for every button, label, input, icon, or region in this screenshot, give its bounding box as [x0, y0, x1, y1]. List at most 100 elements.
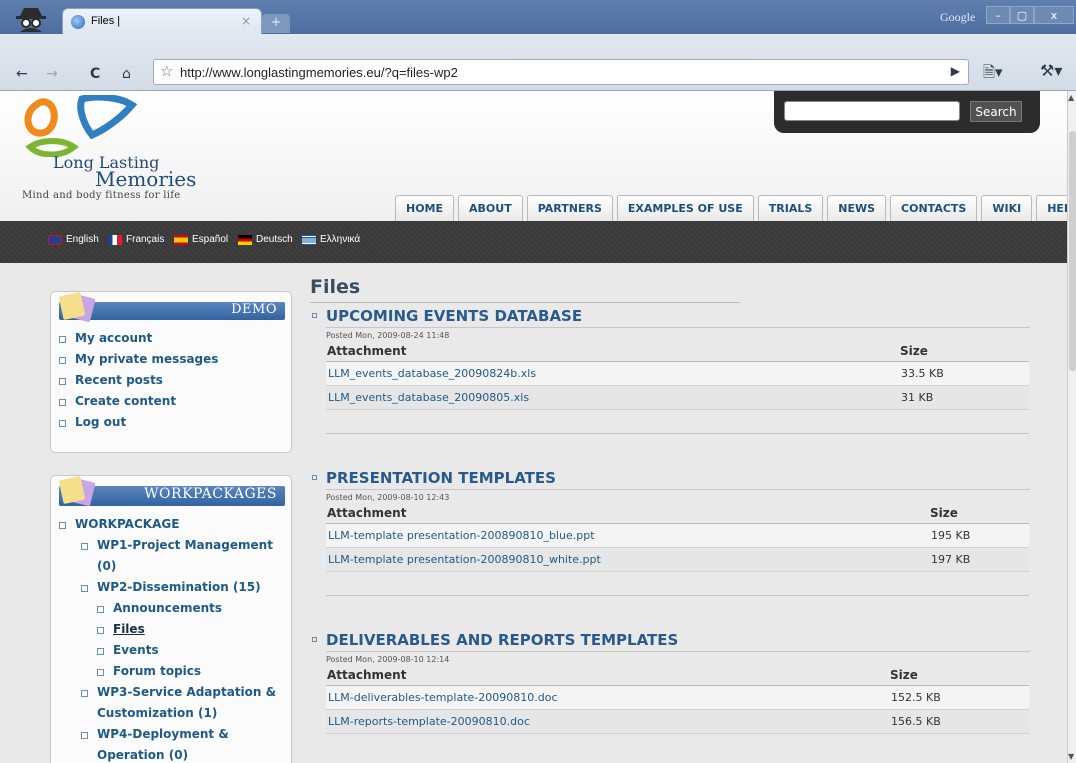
attachment-header: Attachment	[326, 504, 929, 524]
menu-trials[interactable]: TRIALS	[757, 195, 824, 221]
browser-tab[interactable]: Files | ×	[62, 8, 262, 35]
table-row: LLM-reports-template-20090810.doc 156.5 …	[326, 709, 1029, 734]
menu-link-private-messages[interactable]: My private messages	[55, 349, 218, 370]
attachment-link[interactable]: LLM-deliverables-template-20090810.doc	[326, 685, 889, 710]
menu-link-wp2[interactable]: WP2-Dissemination (15)	[77, 577, 285, 598]
menu-link-recent-posts[interactable]: Recent posts	[55, 370, 218, 391]
primary-menu: HOME ABOUT PARTNERS EXAMPLES OF USE TRIA…	[395, 195, 1067, 221]
node-end-divider	[326, 433, 1029, 434]
attachment-link[interactable]: LLM-reports-template-20090810.doc	[326, 709, 889, 734]
home-icon[interactable]: ⌂	[122, 66, 131, 82]
bookmark-star-icon[interactable]: ☆	[160, 62, 173, 80]
lang-spanish[interactable]: Español	[174, 234, 228, 245]
page-content: DEMO My account My private messages Rece…	[0, 263, 1067, 763]
close-window-button[interactable]: x	[1034, 6, 1074, 24]
file-size: 197 KB	[929, 547, 1029, 572]
node-title[interactable]: PRESENTATION TEMPLATES	[326, 469, 556, 487]
node-title[interactable]: UPCOMING EVENTS DATABASE	[326, 307, 582, 325]
scrollbar-thumb[interactable]	[1069, 131, 1076, 371]
lang-greek-label: Ελληνικά	[320, 234, 361, 245]
posted-date: Posted Mon, 2009-08-10 12:43	[326, 493, 450, 502]
menu-wiki[interactable]: WIKI	[981, 195, 1033, 221]
menu-link-wp4[interactable]: WP4-Deployment &	[77, 724, 285, 745]
menu-examples-of-use[interactable]: EXAMPLES OF USE	[616, 195, 754, 221]
back-arrow-icon[interactable]: ←	[16, 66, 28, 82]
menu-link-my-account[interactable]: My account	[55, 328, 218, 349]
search-input[interactable]	[784, 101, 960, 121]
attachment-link[interactable]: LLM_events_database_20090824b.xls	[326, 361, 899, 386]
menu-link-files[interactable]: Files	[93, 619, 285, 640]
forward-arrow-icon[interactable]: →	[46, 66, 58, 82]
menu-contacts[interactable]: CONTACTS	[890, 195, 978, 221]
browser-brand: Google	[940, 10, 976, 24]
menu-help[interactable]: HELP	[1036, 195, 1067, 221]
page-scrollbar[interactable]: ▲ ▼	[1067, 91, 1076, 763]
reload-icon[interactable]: C	[90, 66, 100, 82]
table-row: LLM-template presentation-200890810_whit…	[326, 547, 1029, 572]
spain-flag-icon	[174, 234, 188, 245]
menu-about[interactable]: ABOUT	[458, 195, 523, 221]
scroll-up-icon[interactable]: ▲	[1068, 93, 1074, 102]
attachments-table: Attachment Size LLM-deliverables-templat…	[326, 666, 1029, 734]
menu-link-workpackage[interactable]: WORKPACKAGE	[55, 514, 285, 535]
menu-link-log-out[interactable]: Log out	[55, 412, 218, 433]
menu-link-wp1[interactable]: WP1-Project Management	[77, 535, 285, 556]
menu-link-wp3[interactable]: WP3-Service Adaptation &	[77, 682, 285, 703]
menu-partners[interactable]: PARTNERS	[526, 195, 613, 221]
menu-link-announcements[interactable]: Announcements	[93, 598, 285, 619]
file-node: UPCOMING EVENTS DATABASE Posted Mon, 200…	[310, 307, 1030, 437]
browser-titlebar: Files | × + Google – ▢ x	[0, 0, 1076, 35]
attachments-table: Attachment Size LLM-template presentatio…	[326, 504, 1029, 572]
go-arrow-icon[interactable]: ▶	[951, 64, 960, 78]
lang-french[interactable]: Français	[108, 234, 164, 245]
workpackages-menu: WORKPACKAGE WP1-Project Management (0) W…	[55, 514, 285, 763]
menu-link-wp3-count[interactable]: Customization (1)	[77, 703, 285, 724]
workpackages-block-title: WORKPACKAGES	[144, 486, 277, 502]
search-button[interactable]: Search	[970, 101, 1022, 122]
lang-german-label: Deutsch	[256, 234, 293, 245]
lang-english[interactable]: English	[48, 234, 99, 245]
attachment-header: Attachment	[326, 342, 899, 362]
site-tagline: Mind and body fitness for life	[22, 190, 181, 201]
attachment-link[interactable]: LLM-template presentation-200890810_blue…	[326, 523, 929, 548]
tab-close-icon[interactable]: ×	[241, 14, 251, 28]
demo-block-title: DEMO	[231, 302, 277, 317]
node-title[interactable]: DELIVERABLES AND REPORTS TEMPLATES	[326, 631, 678, 649]
attachment-link[interactable]: LLM_events_database_20090805.xls	[326, 385, 899, 410]
globe-icon	[71, 15, 85, 29]
menu-link-wp4-count[interactable]: Operation (0)	[77, 745, 285, 763]
lang-french-label: Français	[126, 234, 165, 245]
page-title: Files	[310, 276, 361, 298]
menu-link-events[interactable]: Events	[93, 640, 285, 661]
lang-german[interactable]: Deutsch	[238, 234, 293, 245]
menu-home[interactable]: HOME	[395, 195, 455, 221]
site-header: Long Lasting Memories Mind and body fitn…	[0, 91, 1067, 221]
table-row: LLM-deliverables-template-20090810.doc 1…	[326, 685, 1029, 710]
maximize-button[interactable]: ▢	[1010, 6, 1034, 24]
greece-flag-icon	[302, 234, 316, 245]
tab-title: Files |	[91, 15, 121, 27]
attachment-link[interactable]: LLM-template presentation-200890810_whit…	[326, 547, 929, 572]
file-size: 33.5 KB	[899, 361, 1029, 386]
url-text[interactable]: http://www.longlastingmemories.eu/?q=fil…	[180, 65, 458, 80]
site-logo[interactable]: Long Lasting Memories Mind and body fitn…	[22, 93, 252, 207]
wrench-icon[interactable]: ⚒▾	[1040, 61, 1062, 80]
minimize-button[interactable]: –	[986, 6, 1010, 24]
node-divider	[326, 327, 1030, 328]
lang-greek[interactable]: Ελληνικά	[302, 234, 360, 245]
scroll-down-icon[interactable]: ▼	[1068, 752, 1074, 761]
menu-news[interactable]: NEWS	[827, 195, 887, 221]
size-header: Size	[929, 504, 1029, 524]
table-row: LLM-template presentation-200890810_blue…	[326, 523, 1029, 548]
germany-flag-icon	[238, 234, 252, 245]
new-tab-button[interactable]: +	[262, 14, 290, 33]
address-bar[interactable]: ☆ http://www.longlastingmemories.eu/?q=f…	[153, 59, 969, 85]
menu-link-forum-topics[interactable]: Forum topics	[93, 661, 285, 682]
menu-link-wp1-count[interactable]: (0)	[77, 556, 285, 577]
page-menu-icon[interactable]: 🗎▾	[983, 62, 1003, 87]
posted-date: Posted Mon, 2009-08-24 11:48	[326, 331, 450, 340]
logo-text-line2: Memories	[95, 167, 197, 191]
node-bullet	[312, 475, 317, 480]
file-node: PRESENTATION TEMPLATES Posted Mon, 2009-…	[310, 469, 1030, 599]
menu-link-create-content[interactable]: Create content	[55, 391, 218, 412]
